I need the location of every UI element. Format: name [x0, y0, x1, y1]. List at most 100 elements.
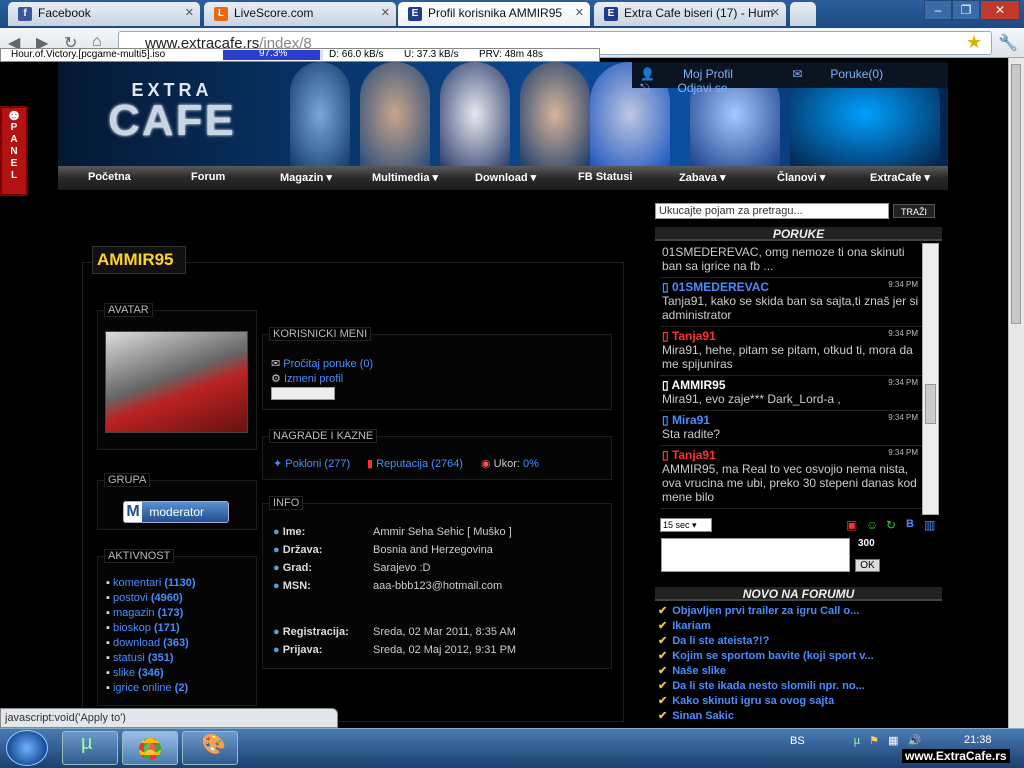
- section-title: AVATAR: [104, 303, 153, 317]
- menu-item-clanovi[interactable]: Članovi ▾: [777, 171, 825, 184]
- reputation-link[interactable]: ▮ Reputacija (2764): [367, 457, 463, 470]
- activity-item[interactable]: ▪ statusi (351): [106, 652, 256, 667]
- taskbar-paint-button[interactable]: 🎨: [182, 731, 238, 765]
- menu-item-magazin[interactable]: Magazin ▾: [280, 171, 332, 184]
- read-messages-link[interactable]: ✉ Pročitaj poruke (0): [271, 357, 373, 370]
- history-icon[interactable]: ▥: [924, 518, 935, 532]
- menu-item-download[interactable]: Download ▾: [475, 171, 536, 184]
- close-icon[interactable]: ✕: [185, 6, 194, 19]
- side-panel-tab[interactable]: ☻ PANEL: [0, 106, 28, 196]
- forum-topic-link[interactable]: ✔ Kako skinuti igru sa ovog sajta: [658, 694, 940, 709]
- language-indicator[interactable]: BS: [790, 735, 805, 747]
- download-speed: D: 66.0 kB/s: [329, 49, 384, 60]
- dropdown-arrow-icon: ▾: [432, 172, 439, 184]
- menu-item-extracafe[interactable]: ExtraCafe ▾: [870, 171, 930, 184]
- activity-item[interactable]: ▪ magazin (173): [106, 607, 256, 622]
- scrollbar-thumb[interactable]: [925, 384, 936, 424]
- shout-time: 9:34 PM: [888, 378, 918, 387]
- utorrent-tray-icon[interactable]: µ: [854, 735, 860, 747]
- tab-facebook[interactable]: f Facebook ✕: [8, 2, 200, 26]
- messages-link[interactable]: ✉ Poruke(0): [792, 67, 911, 81]
- info-value: Sreda, 02 Maj 2012, 9:31 PM: [373, 644, 517, 656]
- forum-topic-link[interactable]: ✔ Objavljen prvi trailer za igru Call o..…: [658, 604, 940, 619]
- close-icon[interactable]: ✕: [771, 6, 780, 19]
- smiley-icon[interactable]: ☺: [866, 518, 878, 532]
- activity-list: ▪ komentari (1130) ▪ postovi (4960) ▪ maga…: [106, 577, 256, 697]
- edit-profile-link[interactable]: ⚙ Izmeni profil: [271, 372, 343, 385]
- menu-item-fb-statusi[interactable]: FB Statusi: [578, 171, 632, 183]
- clock[interactable]: 21:38: [964, 734, 992, 746]
- scrollbar-thumb[interactable]: [1011, 64, 1021, 324]
- forum-topic-link[interactable]: ✔ Kojim se sportom bavite (koji sport v..…: [658, 649, 940, 664]
- shout-submit-button[interactable]: OK: [855, 559, 880, 572]
- page-scrollbar[interactable]: [1008, 58, 1024, 728]
- user-top-links: 👤 Moj Profil ✉ Poruke(0) ⎋ Odjavi se: [632, 62, 948, 95]
- forum-topic-link[interactable]: ✔ Da li ste ikada nesto slomili npr. no..…: [658, 679, 940, 694]
- flag-icon[interactable]: ⚑: [869, 735, 879, 747]
- shout-text: Tanja91, kako se skida ban sa sajta,ti z…: [662, 294, 919, 322]
- shout-username[interactable]: ▯ Tanja91: [662, 329, 922, 343]
- search-button[interactable]: TRAŽI: [893, 204, 935, 218]
- taskbar-chrome-button[interactable]: [122, 731, 178, 765]
- close-icon[interactable]: ✕: [381, 6, 390, 19]
- profile-tools[interactable]: [271, 387, 335, 400]
- minimize-button[interactable]: –: [924, 0, 952, 20]
- bookmark-star-icon[interactable]: ★: [966, 32, 982, 53]
- taskbar-utorrent-button[interactable]: µ: [62, 731, 118, 765]
- menu-item-pocetna[interactable]: Početna: [88, 171, 131, 183]
- tab-bar: f Facebook ✕ L LiveScore.com ✕ E Profil …: [0, 0, 1024, 28]
- my-profile-link[interactable]: 👤 Moj Profil: [640, 67, 761, 81]
- shout-username[interactable]: ▯ 01SMEDEREVAC: [662, 280, 922, 294]
- shout-username[interactable]: ▯ Mira91: [662, 413, 922, 427]
- shout-message: ▯ 01SMEDEREVAC 9:34 PM Tanja91, kako se sk…: [660, 278, 922, 327]
- tab-livescore[interactable]: L LiveScore.com ✕: [204, 2, 396, 26]
- activity-count: (363): [163, 637, 189, 649]
- forum-topic-title: Da li ste ateista?!?: [672, 635, 770, 647]
- activity-item[interactable]: ▪ slike (346): [106, 667, 256, 682]
- site-logo[interactable]: EXTRA CAFE: [72, 80, 272, 146]
- volume-icon[interactable]: 🔊: [908, 735, 922, 747]
- menu-item-forum[interactable]: Forum: [191, 171, 225, 183]
- close-window-button[interactable]: ✕: [980, 0, 1020, 20]
- start-button[interactable]: [6, 730, 48, 766]
- activity-item[interactable]: ▪ postovi (4960): [106, 592, 256, 607]
- menu-item-zabava[interactable]: Zabava ▾: [679, 171, 726, 184]
- activity-item[interactable]: ▪ bioskop (171): [106, 622, 256, 637]
- gear-icon: ⚙: [271, 373, 281, 385]
- forum-topic-link[interactable]: ✔ Sinan Sakic: [658, 709, 940, 724]
- forum-topic-link[interactable]: ✔ Naše slike: [658, 664, 940, 679]
- activity-label: komentari: [112, 577, 165, 589]
- shoutbox-scrollbar[interactable]: [922, 243, 939, 515]
- refresh-select[interactable]: 15 sec ▾: [660, 518, 712, 532]
- search-input[interactable]: Ukucajte pojam za pretragu...: [655, 203, 889, 219]
- forum-topic-link[interactable]: ✔ Da li ste ateista?!?: [658, 634, 940, 649]
- shout-username[interactable]: ▯ AMMIR95: [662, 378, 922, 392]
- facebook-icon: f: [18, 7, 32, 21]
- bold-icon[interactable]: B: [906, 518, 914, 530]
- tab-biseri[interactable]: E Extra Cafe biseri (17) - Hum ✕: [594, 2, 786, 26]
- shout-username[interactable]: ▯ Tanja91: [662, 448, 922, 462]
- maximize-button[interactable]: ❐: [952, 0, 980, 20]
- activity-item[interactable]: ▪ igrice online (2): [106, 682, 256, 697]
- activity-item[interactable]: ▪ download (363): [106, 637, 256, 652]
- checkmark-icon: ✔: [658, 710, 668, 722]
- shout-input[interactable]: [661, 538, 850, 572]
- download-progress-label: 97.3%: [259, 48, 288, 59]
- warning-link[interactable]: ◉ Ukor: 0%: [481, 457, 539, 470]
- network-icon[interactable]: ▦: [888, 735, 898, 747]
- activity-item[interactable]: ▪ komentari (1130): [106, 577, 256, 592]
- new-tab-button[interactable]: [790, 2, 816, 26]
- gifts-link[interactable]: ✦ Pokloni (277): [273, 457, 350, 470]
- tab-profile[interactable]: E Profil korisnika AMMIR95 ✕: [398, 2, 590, 26]
- checkmark-icon: ✔: [658, 620, 668, 632]
- shout-text: 01SMEDEREVAC, omg nemoze ti ona skinuti …: [662, 245, 905, 273]
- close-icon[interactable]: ✕: [575, 6, 584, 19]
- shout-message: ▯ Tanja91 9:34 PM AMMIR95, ma Real to vec …: [660, 446, 922, 509]
- refresh-icon[interactable]: ↻: [886, 518, 896, 532]
- checkmark-icon: ✔: [658, 605, 668, 617]
- wrench-icon[interactable]: 🔧: [998, 33, 1018, 53]
- forum-topic-link[interactable]: ✔ Ikariam: [658, 619, 940, 634]
- menu-item-multimedia[interactable]: Multimedia ▾: [372, 171, 438, 184]
- logout-link[interactable]: ⎋ Odjavi se: [640, 81, 756, 95]
- youtube-icon[interactable]: ▣: [846, 518, 857, 532]
